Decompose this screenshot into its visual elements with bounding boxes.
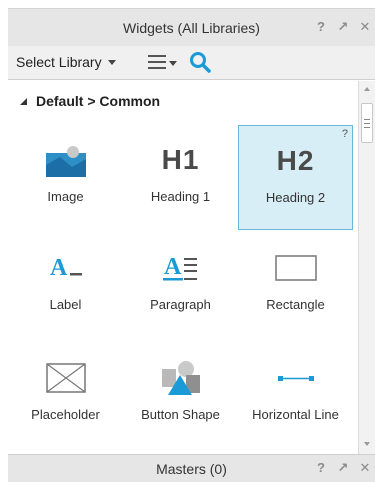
widget-label: Button Shape — [141, 407, 220, 422]
svg-text:A: A — [164, 254, 182, 280]
help-icon[interactable]: ? — [315, 460, 327, 476]
scroll-up-arrow-icon[interactable] — [364, 87, 370, 91]
search-icon — [190, 52, 211, 73]
widget-label: Heading 2 — [265, 190, 326, 205]
library-menu-button[interactable] — [148, 55, 178, 73]
close-icon[interactable]: ✕ — [359, 460, 371, 476]
widget-label: Heading 1 — [150, 189, 211, 204]
close-icon[interactable]: ✕ — [359, 19, 371, 35]
select-library-label: Select Library — [16, 54, 102, 70]
masters-panel-header[interactable]: Masters (0) ? ↗ ✕ — [8, 454, 375, 482]
heading-1-icon: H1 — [161, 144, 200, 175]
popout-icon[interactable]: ↗ — [337, 460, 349, 476]
horizontal-line-icon — [277, 376, 314, 381]
search-button[interactable] — [188, 50, 212, 74]
popout-icon[interactable]: ↗ — [337, 19, 349, 35]
vertical-scrollbar[interactable] — [358, 81, 375, 454]
widget-rectangle[interactable]: Rectangle — [238, 233, 353, 338]
section-title: Default > Common — [36, 93, 161, 109]
widget-label: Horizontal Line — [252, 407, 339, 422]
hamburger-icon — [148, 55, 166, 71]
placeholder-icon — [45, 363, 86, 393]
widget-heading-2[interactable]: ? H2 Heading 2 — [238, 125, 353, 230]
section-header[interactable]: Default > Common — [18, 93, 160, 109]
help-icon[interactable]: ? — [342, 128, 348, 140]
select-library-dropdown[interactable]: Select Library — [16, 54, 116, 70]
image-icon — [45, 146, 86, 177]
widgets-panel-header: Widgets (All Libraries) ? ↗ ✕ — [8, 8, 375, 46]
rectangle-icon — [274, 255, 317, 281]
widget-image[interactable]: Image — [8, 125, 123, 230]
help-icon[interactable]: ? — [315, 19, 327, 35]
widget-library-content: Default > Common Image H1 Heading 1 ? H2… — [8, 81, 358, 454]
widget-label: Paragraph — [150, 297, 211, 312]
scroll-thumb[interactable] — [361, 103, 373, 143]
widget-placeholder[interactable]: Placeholder — [8, 343, 123, 448]
heading-2-icon: H2 — [276, 145, 315, 176]
chevron-down-icon — [107, 59, 116, 65]
paragraph-icon: A — [162, 254, 197, 281]
widget-label: Image — [47, 189, 84, 204]
widget-paragraph[interactable]: A Paragraph — [123, 233, 238, 338]
masters-header-icons: ? ↗ ✕ — [315, 460, 371, 476]
widget-heading-1[interactable]: H1 Heading 1 — [123, 125, 238, 230]
label-icon: A — [50, 255, 82, 281]
widget-button-shape[interactable]: Button Shape — [123, 343, 238, 448]
widget-label: Placeholder — [31, 407, 100, 422]
button-shape-icon — [161, 361, 200, 395]
scroll-down-arrow-icon[interactable] — [364, 442, 370, 446]
collapse-triangle-icon — [20, 98, 27, 105]
widget-horizontal-line[interactable]: Horizontal Line — [238, 343, 353, 448]
panel-header-icons: ? ↗ ✕ — [315, 19, 371, 35]
widget-label-item[interactable]: A Label — [8, 233, 123, 338]
widget-label: Label — [49, 297, 82, 312]
svg-text:A: A — [50, 255, 68, 281]
widgets-toolbar: Select Library — [8, 46, 375, 80]
chevron-down-icon — [169, 61, 177, 66]
widget-label: Rectangle — [266, 297, 325, 312]
